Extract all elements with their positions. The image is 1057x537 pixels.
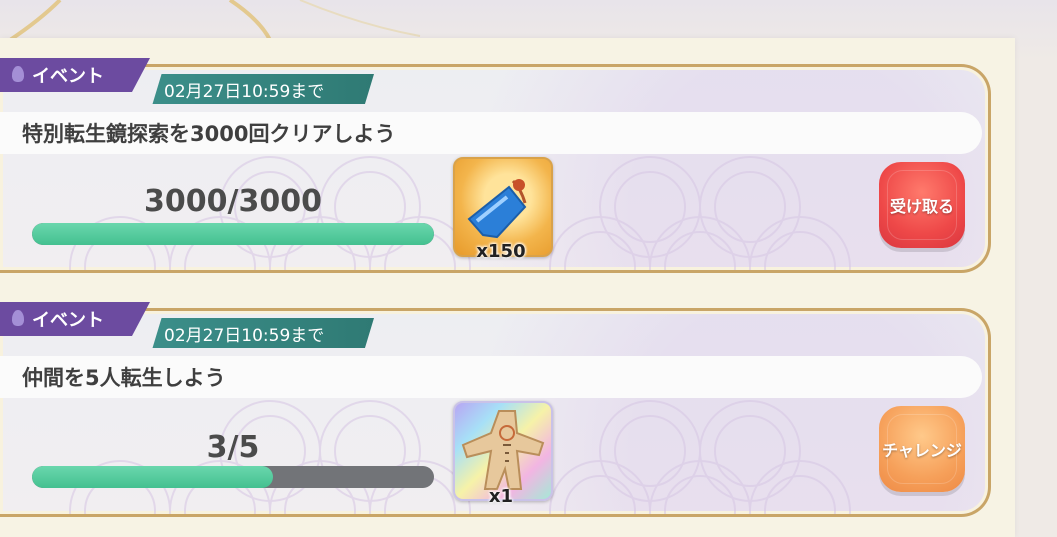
- flame-icon: [12, 310, 24, 326]
- receive-button[interactable]: 受け取る: [879, 162, 965, 248]
- deadline-badge: 02月27日10:59まで: [152, 74, 374, 104]
- reward-quantity: x1: [488, 486, 514, 507]
- challenge-button[interactable]: チャレンジ: [879, 406, 965, 492]
- button-inner-frame: [887, 170, 957, 240]
- progress-bar-fill: [32, 223, 434, 245]
- mission-title-text: 特別転生鏡探索を3000回クリアしよう: [22, 122, 396, 146]
- progress-bar: [32, 466, 434, 488]
- event-tag: イベント: [0, 302, 150, 336]
- mission-title-text: 仲間を5人転生しよう: [22, 366, 226, 390]
- reward-quantity: x150: [476, 241, 526, 262]
- event-tag-label: イベント: [32, 310, 104, 331]
- mission-title: 仲間を5人転生しよう: [0, 356, 982, 398]
- deadline-badge: 02月27日10:59まで: [152, 318, 374, 348]
- event-tag-label: イベント: [32, 66, 104, 87]
- paper-doll-reward-icon: [461, 410, 545, 490]
- flame-icon: [12, 66, 24, 82]
- button-inner-frame: [887, 414, 957, 484]
- progress-bar-fill: [32, 466, 274, 488]
- deadline-text: 02月27日10:59まで: [164, 325, 325, 346]
- event-tag: イベント: [0, 58, 150, 92]
- deadline-text: 02月27日10:59まで: [164, 81, 325, 102]
- progress-count: 3/5: [206, 430, 260, 465]
- progress-count: 3000/3000: [144, 184, 322, 219]
- progress-bar: [32, 223, 434, 245]
- mission-title: 特別転生鏡探索を3000回クリアしよう: [0, 112, 982, 154]
